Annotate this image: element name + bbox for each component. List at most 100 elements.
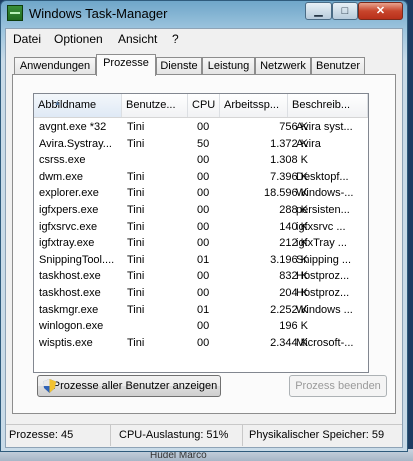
cell-user: Tini [127, 253, 145, 266]
column-header-row: ▲ Abbildname Benutze... CPU Arbeitssp...… [34, 94, 368, 118]
task-manager-icon [7, 5, 23, 21]
cell-description: igfxsrvc ... [296, 220, 346, 233]
cell-description: Windows-... [296, 187, 354, 200]
cell-user: Tini [127, 270, 145, 283]
cell-description: Avira syst... [296, 121, 353, 133]
cell-image-name: csrss.exe [39, 154, 86, 167]
cell-user: Tini [127, 336, 145, 349]
window-content: Datei Optionen Ansicht ? Anwendungen Pro… [5, 28, 403, 448]
tab-netzwerk[interactable]: Netzwerk [255, 57, 311, 75]
cell-image-name: avgnt.exe *32 [39, 121, 107, 133]
cell-image-name: SnippingTool.... [39, 253, 115, 266]
cell-description: Avira [296, 137, 321, 150]
cell-image-name: dwm.exe [39, 170, 84, 183]
tab-dienste[interactable]: Dienste [156, 57, 202, 75]
maximize-icon: □ [341, 5, 349, 17]
cell-user [127, 152, 187, 169]
column-header-description[interactable]: Beschreib... [288, 94, 368, 117]
tab-benutzer[interactable]: Benutzer [311, 57, 365, 75]
cell-description: Microsoft-... [296, 336, 354, 349]
table-row[interactable]: Avira.Systray... Tini 50 1.372 K Avira [34, 136, 368, 153]
menu-help[interactable]: ? [172, 32, 179, 46]
cell-description: Hostproz... [296, 287, 350, 299]
cell-user: Tini [127, 303, 145, 316]
table-row[interactable]: winlogon.exe 00 196 K [34, 318, 368, 335]
cell-description [296, 318, 366, 335]
sort-ascending-icon: ▲ [54, 100, 61, 107]
processes-panel: ▲ Abbildname Benutze... CPU Arbeitssp...… [12, 74, 396, 414]
column-header-cpu[interactable]: CPU [188, 94, 220, 117]
table-row[interactable]: wisptis.exe Tini 00 2.344 K Microsoft-... [34, 335, 368, 352]
uac-shield-icon [43, 379, 56, 393]
cell-image-name: igfxsrvc.exe [39, 220, 98, 233]
cell-cpu: 00 [197, 320, 210, 333]
process-list[interactable]: ▲ Abbildname Benutze... CPU Arbeitssp...… [33, 93, 369, 373]
table-row[interactable]: SnippingTool.... Tini 01 3.196 K Snipping ..… [34, 252, 368, 269]
cell-description: igfxTray ... [296, 237, 347, 250]
status-bar: Prozesse: 45 CPU-Auslastung: 51% Physika… [6, 424, 402, 447]
menu-datei[interactable]: Datei [13, 32, 41, 46]
table-row[interactable]: igfxtray.exe Tini 00 212 KigfxTray ... [34, 235, 368, 252]
cell-image-name: taskhost.exe [39, 287, 101, 299]
menu-bar: Datei Optionen Ansicht ? [6, 29, 402, 49]
tab-leistung[interactable]: Leistung [202, 57, 255, 75]
maximize-button[interactable]: □ [332, 2, 358, 20]
cell-user: Tini [127, 220, 145, 233]
cell-description: Windows ... [296, 303, 353, 316]
table-row[interactable]: igfxpers.exe Tini 00 288 Kpersisten... [34, 202, 368, 219]
table-row[interactable]: avgnt.exe *32 Tini 00 756 K Avira syst... [34, 119, 368, 136]
cell-user: Tini [127, 170, 145, 183]
task-manager-window: Windows Task-Manager ▁ □ ✕ Datei Optione… [0, 0, 408, 452]
close-icon: ✕ [375, 5, 386, 17]
cell-cpu: 00 [197, 336, 210, 349]
status-physical-memory: Physikalischer Speicher: 59 [249, 429, 385, 441]
cell-cpu: 00 [197, 237, 210, 250]
cell-description: Snipping ... [296, 253, 352, 266]
cell-user: Tini [127, 237, 145, 250]
status-cpu-usage: CPU-Auslastung: 51% [111, 425, 243, 446]
cell-image-name: Avira.Systray... [39, 137, 112, 150]
status-process-count: Prozesse: 45 [6, 425, 111, 446]
window-title: Windows Task-Manager [29, 6, 168, 21]
column-header-memory[interactable]: Arbeitssp... [220, 94, 288, 117]
close-button[interactable]: ✕ [358, 2, 403, 20]
table-row[interactable]: csrss.exe 00 1.308 K [34, 152, 368, 169]
cell-description [296, 152, 366, 169]
cell-user [127, 318, 187, 335]
menu-optionen[interactable]: Optionen [54, 32, 103, 46]
cell-user: Tini [127, 137, 145, 150]
show-all-users-processes-button[interactable]: Prozesse aller Benutzer anzeigen [37, 375, 221, 397]
cell-image-name: igfxpers.exe [39, 204, 99, 216]
tab-anwendungen[interactable]: Anwendungen [14, 57, 96, 75]
cell-cpu: 00 [197, 121, 210, 133]
cell-image-name: igfxtray.exe [39, 237, 95, 250]
cell-image-name: taskmgr.exe [39, 303, 99, 316]
table-row[interactable]: dwm.exe Tini 00 7.396 K Desktopf... [34, 169, 368, 186]
cell-cpu: 00 [197, 170, 210, 183]
table-row[interactable]: igfxsrvc.exe Tini 00 140 Kigfxsrvc ... [34, 219, 368, 236]
column-header-image-name[interactable]: ▲ Abbildname [34, 94, 122, 117]
cell-description: persisten... [296, 204, 350, 216]
minimize-button[interactable]: ▁ [305, 2, 332, 20]
cell-user: Tini [127, 121, 145, 133]
cell-image-name: taskhost.exe [39, 270, 101, 283]
cell-image-name: wisptis.exe [39, 336, 93, 349]
column-header-user[interactable]: Benutze... [122, 94, 188, 117]
cell-user: Tini [127, 204, 145, 216]
menu-ansicht[interactable]: Ansicht [118, 32, 157, 46]
end-process-button[interactable]: Prozess beenden [289, 375, 387, 397]
table-row[interactable]: taskmgr.exe Tini 01 2.252 K Windows ... [34, 302, 368, 319]
cell-cpu: 01 [197, 253, 210, 266]
cell-cpu: 01 [197, 303, 210, 316]
cell-image-name: explorer.exe [39, 187, 99, 200]
table-row[interactable]: explorer.exe Tini 00 18.596 K Windows-... [34, 185, 368, 202]
title-bar[interactable]: Windows Task-Manager ▁ □ ✕ [1, 1, 407, 27]
cell-description: Hostproz... [296, 270, 350, 283]
table-row[interactable]: taskhost.exe Tini 00 832 K Hostproz... [34, 268, 368, 285]
cell-user: Tini [127, 287, 145, 299]
cell-cpu: 00 [197, 204, 210, 216]
tab-prozesse[interactable]: Prozesse [96, 54, 156, 76]
cell-cpu: 00 [197, 187, 210, 200]
table-row[interactable]: taskhost.exe Tini 00 204 K Hostproz... [34, 285, 368, 302]
cell-cpu: 00 [197, 154, 210, 167]
